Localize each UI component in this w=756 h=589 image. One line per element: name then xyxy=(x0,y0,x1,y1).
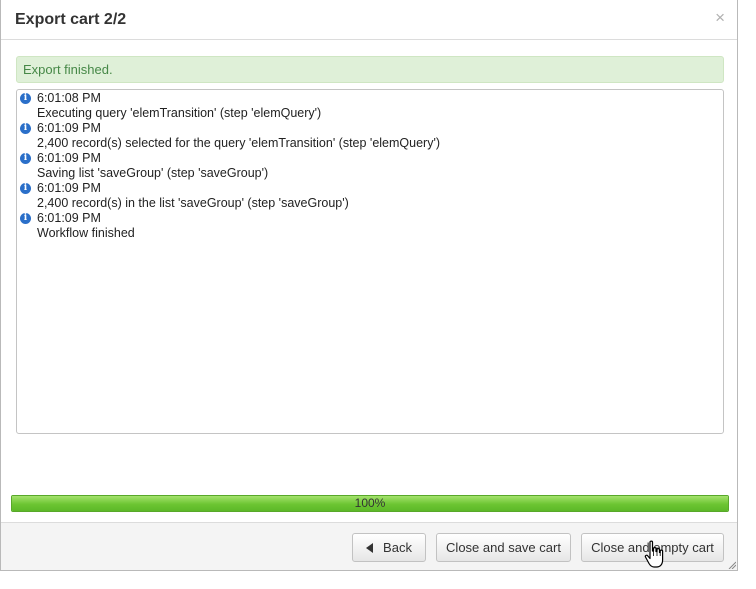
log-time: 6:01:09 PM xyxy=(37,181,101,195)
export-cart-dialog: Export cart 2/2 × Export finished. i 6:0… xyxy=(0,0,738,571)
log-entry: i 6:01:09 PM 2,400 record(s) selected fo… xyxy=(17,121,723,151)
log-time: 6:01:08 PM xyxy=(37,91,101,105)
info-icon: i xyxy=(20,93,31,104)
log-entry: i 6:01:08 PM Executing query 'elemTransi… xyxy=(17,91,723,121)
log-time: 6:01:09 PM xyxy=(37,211,101,225)
info-icon: i xyxy=(20,213,31,224)
log-entry: i 6:01:09 PM Saving list 'saveGroup' (st… xyxy=(17,151,723,181)
close-and-save-cart-label: Close and save cart xyxy=(446,540,561,555)
dialog-title: Export cart 2/2 xyxy=(15,11,127,28)
log-panel[interactable]: i 6:01:08 PM Executing query 'elemTransi… xyxy=(16,89,724,434)
log-message: Saving list 'saveGroup' (step 'saveGroup… xyxy=(37,166,269,180)
info-icon: i xyxy=(20,183,31,194)
log-entry: i 6:01:09 PM Workflow finished xyxy=(17,211,723,241)
log-time: 6:01:09 PM xyxy=(37,121,101,135)
close-icon[interactable]: × xyxy=(715,9,725,26)
back-arrow-icon xyxy=(366,543,374,553)
info-icon: i xyxy=(20,153,31,164)
info-icon: i xyxy=(20,123,31,134)
log-message: 2,400 record(s) in the list 'saveGroup' … xyxy=(37,196,349,210)
back-button-label: Back xyxy=(383,540,412,555)
log-entry: i 6:01:09 PM 2,400 record(s) in the list… xyxy=(17,181,723,211)
progress-label: 100% xyxy=(354,496,386,510)
resize-grip-icon[interactable] xyxy=(728,561,736,569)
alert-message: Export finished. xyxy=(23,62,113,77)
close-and-save-cart-button[interactable]: Close and save cart xyxy=(436,533,571,562)
dialog-footer: Back Close and save cart Close and empty… xyxy=(1,522,737,570)
log-message: 2,400 record(s) selected for the query '… xyxy=(37,136,441,150)
back-button[interactable]: Back xyxy=(352,533,426,562)
progress-bar: 100% xyxy=(11,495,729,512)
log-message: Executing query 'elemTransition' (step '… xyxy=(37,106,322,120)
success-alert: Export finished. xyxy=(16,56,724,83)
dialog-header: Export cart 2/2 × xyxy=(1,0,737,40)
log-message: Workflow finished xyxy=(37,226,135,240)
log-time: 6:01:09 PM xyxy=(37,151,101,165)
hand-cursor-icon xyxy=(644,540,664,568)
